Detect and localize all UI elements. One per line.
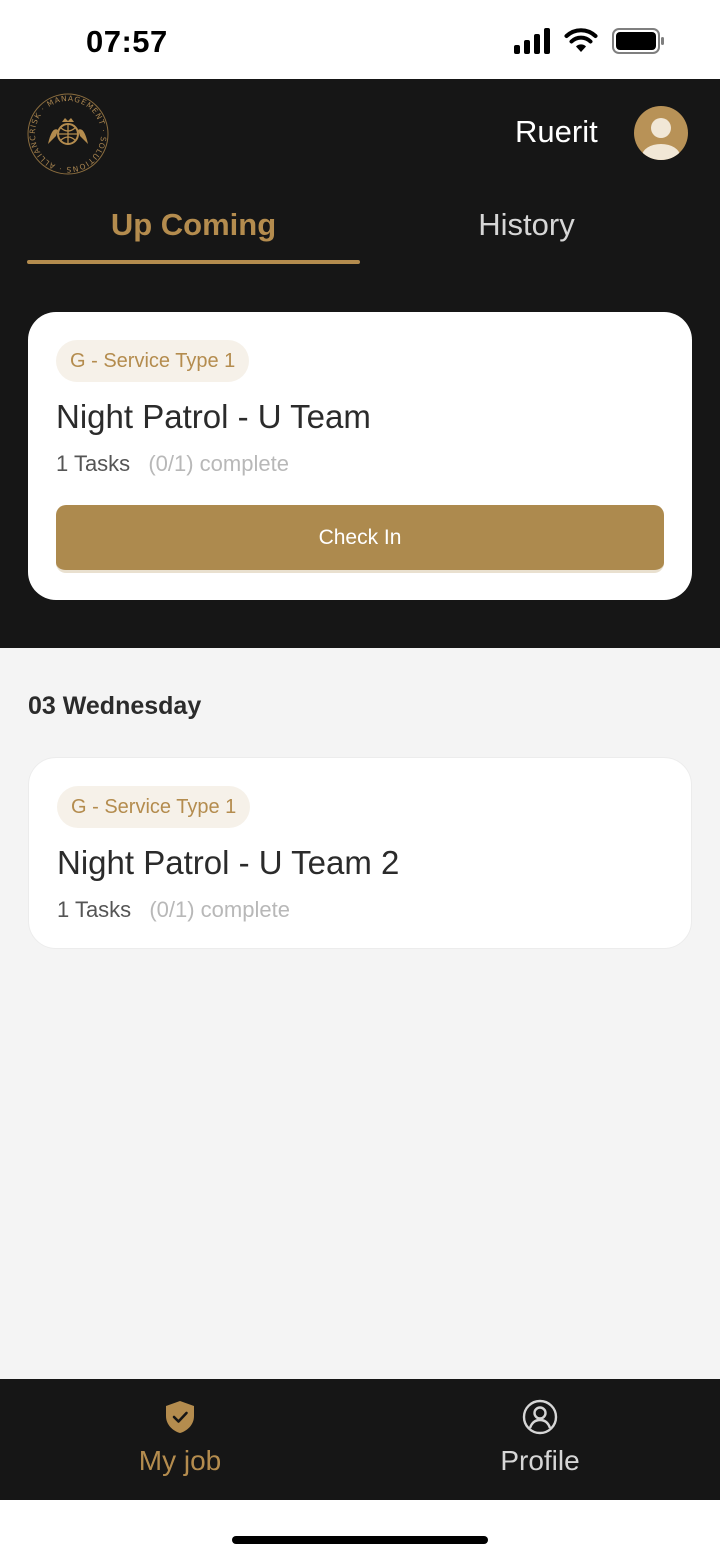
task-progress: (0/1) complete <box>149 897 290 922</box>
wifi-icon <box>564 28 598 52</box>
avatar[interactable] <box>634 106 688 160</box>
job-tabs: Up Coming History <box>27 200 693 266</box>
battery-icon <box>612 28 664 54</box>
job-meta: 1 Tasks (0/1) complete <box>56 451 289 477</box>
status-time: 07:57 <box>86 24 168 59</box>
nav-label: Profile <box>500 1445 580 1476</box>
signal-icon <box>514 28 550 54</box>
svg-text:RISK · MANAGEMENT · SOLUTIONS: RISK · MANAGEMENT · SOLUTIONS · ALLIANCE <box>26 92 108 174</box>
task-count: 1 Tasks <box>57 897 132 922</box>
tab-upcoming[interactable]: Up Coming <box>27 200 360 266</box>
service-type-badge: G - Service Type 1 <box>56 340 250 382</box>
status-icons <box>514 28 666 54</box>
status-bar: 07:57 <box>0 0 720 79</box>
home-indicator-area <box>0 1500 720 1558</box>
active-tab-indicator <box>27 260 360 264</box>
date-heading: 03 Wednesday <box>28 692 202 720</box>
check-in-button[interactable]: Check In <box>56 505 664 573</box>
logo-emblem-icon: RISK · MANAGEMENT · SOLUTIONS · ALLIANCE <box>23 85 109 175</box>
active-job-card[interactable]: G - Service Type 1 Night Patrol - U Team… <box>28 312 692 600</box>
task-count: 1 Tasks <box>56 451 131 476</box>
shield-check-icon <box>166 1401 194 1433</box>
nav-label: My job <box>138 1445 222 1476</box>
nav-profile[interactable]: Profile <box>360 1379 720 1500</box>
task-progress: (0/1) complete <box>148 451 289 476</box>
home-indicator[interactable] <box>232 1536 488 1544</box>
company-logo: RISK · MANAGEMENT · SOLUTIONS · ALLIANCE <box>23 85 110 176</box>
nav-my-job[interactable]: My job <box>0 1379 360 1500</box>
job-title: Night Patrol - U Team <box>56 398 371 435</box>
bottom-navigation: My job Profile <box>0 1379 720 1500</box>
user-name: Ruerit <box>515 114 598 149</box>
job-title: Night Patrol - U Team 2 <box>57 844 400 881</box>
logo-ring-text: RISK · MANAGEMENT · SOLUTIONS · ALLIANCE <box>23 85 107 174</box>
job-meta: 1 Tasks (0/1) complete <box>57 897 290 923</box>
upcoming-job-card[interactable]: G - Service Type 1 Night Patrol - U Team… <box>28 757 692 949</box>
avatar-icon <box>642 118 680 160</box>
user-circle-icon <box>522 1399 558 1435</box>
service-type-badge: G - Service Type 1 <box>57 786 251 828</box>
tab-history[interactable]: History <box>360 200 693 266</box>
